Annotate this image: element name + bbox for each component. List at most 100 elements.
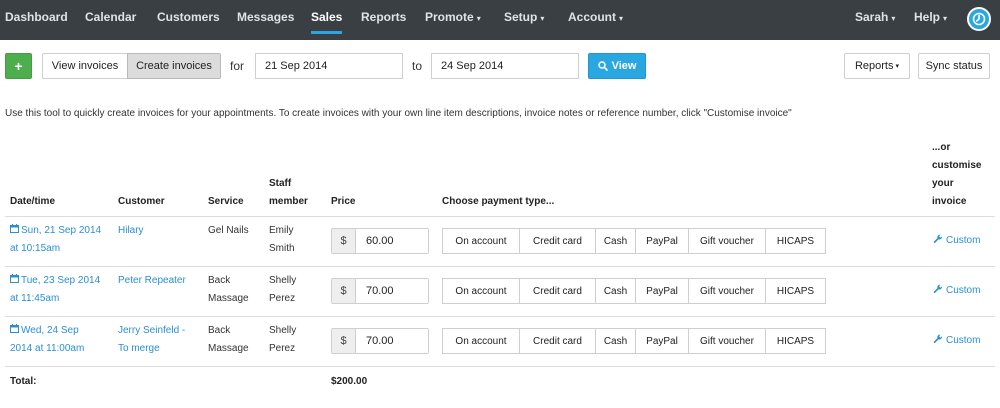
- header-customise-line3: your: [932, 178, 954, 189]
- payment-cash-button[interactable]: Cash: [595, 328, 635, 354]
- view-invoices-button[interactable]: View invoices: [42, 53, 128, 79]
- calendar-icon: [10, 274, 19, 286]
- price-value[interactable]: 60.00: [356, 229, 428, 253]
- customer-link-line1: Hilary: [118, 225, 144, 236]
- header-payment: Choose payment type...: [442, 196, 555, 207]
- nav-item-dashboard[interactable]: Dashboard: [5, 10, 68, 24]
- appointment-datetime-link-line1: Wed, 24 Sep: [21, 325, 79, 336]
- custom-label: Custom: [946, 235, 981, 246]
- customer-link[interactable]: Jerry Seinfeld - To merge: [118, 322, 185, 358]
- payment-type-group: On account Credit card Cash PayPal Gift vouc…: [442, 278, 826, 304]
- nav-item-promote[interactable]: Promote ▾: [425, 10, 481, 24]
- chevron-down-icon: ▾: [476, 14, 481, 23]
- staff-cell-line1: Shelly: [269, 325, 297, 336]
- reports-dropdown-button[interactable]: Reports ▾: [844, 53, 910, 79]
- from-date-input[interactable]: 21 Sep 2014: [255, 53, 403, 79]
- nav-item-messages[interactable]: Messages: [237, 10, 294, 24]
- service-cell: Back Massage: [208, 322, 249, 358]
- price-input[interactable]: $60.00: [331, 228, 429, 254]
- customer-link[interactable]: Hilary: [118, 222, 144, 240]
- payment-cash-button[interactable]: Cash: [595, 278, 635, 304]
- staff-cell-line2: Smith: [269, 243, 295, 254]
- payment-cash-button[interactable]: Cash: [595, 228, 635, 254]
- nav-item-reports[interactable]: Reports: [361, 10, 406, 24]
- chevron-down-icon: ▾: [619, 14, 624, 23]
- help-menu[interactable]: Help ▾: [914, 10, 947, 24]
- calendar-icon: [10, 324, 19, 336]
- customer-link[interactable]: Peter Repeater: [118, 272, 186, 290]
- customise-invoice-link[interactable]: Custom: [933, 234, 980, 247]
- staff-cell-line2: Perez: [269, 343, 296, 354]
- service-cell-line2: Massage: [208, 343, 249, 354]
- customise-invoice-link[interactable]: Custom: [933, 334, 980, 347]
- for-label: for: [230, 59, 245, 73]
- nav-item-label: Reports: [361, 10, 407, 24]
- price-value[interactable]: 70.00: [356, 279, 428, 303]
- service-cell-line2: Massage: [208, 293, 249, 304]
- payment-paypal-button[interactable]: PayPal: [635, 328, 688, 354]
- payment-on-account-button[interactable]: On account: [442, 328, 519, 354]
- customer-link-line1: Peter Repeater: [118, 275, 186, 286]
- create-invoices-button[interactable]: Create invoices: [127, 53, 221, 79]
- payment-gift-voucher-button[interactable]: Gift voucher: [688, 328, 765, 354]
- payment-gift-voucher-button[interactable]: Gift voucher: [688, 228, 765, 254]
- header-customise-line2: customise: [932, 160, 982, 171]
- chevron-down-icon: ▾: [891, 14, 896, 23]
- nav-item-sales[interactable]: Sales: [311, 10, 343, 34]
- chevron-down-icon: ▾: [540, 14, 545, 23]
- header-customise-line4: invoice: [932, 196, 967, 207]
- appointment-datetime-link-line2: at 10:15am: [10, 243, 61, 254]
- appointment-datetime-link-line2: 2014 at 11:00am: [10, 343, 85, 354]
- chevron-down-icon: ▾: [943, 14, 948, 23]
- payment-on-account-button[interactable]: On account: [442, 278, 519, 304]
- appointment-datetime-link[interactable]: Tue, 23 Sep 2014 at 11:45am: [10, 272, 100, 308]
- payment-hicaps-button[interactable]: HICAPS: [765, 228, 826, 254]
- to-date-input[interactable]: 24 Sep 2014: [431, 53, 579, 79]
- price-input[interactable]: $70.00: [331, 278, 429, 304]
- customer-link-line2: To merge: [118, 343, 160, 354]
- price-input[interactable]: $70.00: [331, 328, 429, 354]
- currency-addon: $: [332, 229, 356, 253]
- total-value: $200.00: [331, 376, 368, 387]
- payment-on-account-button[interactable]: On account: [442, 228, 519, 254]
- payment-gift-voucher-button[interactable]: Gift voucher: [688, 278, 765, 304]
- nav-item-setup[interactable]: Setup ▾: [504, 10, 544, 24]
- nav-item-label: Setup: [504, 10, 538, 24]
- appointment-datetime-link[interactable]: Wed, 24 Sep 2014 at 11:00am: [10, 322, 84, 358]
- payment-type-group: On account Credit card Cash PayPal Gift vouc…: [442, 328, 826, 354]
- service-cell-line1: Back: [208, 275, 231, 286]
- wrench-icon: [933, 234, 943, 247]
- table-divider: [5, 266, 995, 267]
- search-icon: [597, 61, 608, 71]
- payment-hicaps-button[interactable]: HICAPS: [765, 278, 826, 304]
- payment-hicaps-button[interactable]: HICAPS: [765, 328, 826, 354]
- payment-credit-card-button[interactable]: Credit card: [519, 228, 595, 254]
- header-customise: ...or customise your invoice: [932, 139, 981, 211]
- payment-credit-card-button[interactable]: Credit card: [519, 278, 595, 304]
- nav-item-customers[interactable]: Customers: [157, 10, 220, 24]
- payment-credit-card-button[interactable]: Credit card: [519, 328, 595, 354]
- user-menu[interactable]: Sarah ▾: [855, 10, 895, 24]
- price-value[interactable]: 70.00: [356, 329, 428, 353]
- payment-paypal-button[interactable]: PayPal: [635, 228, 688, 254]
- payment-paypal-button[interactable]: PayPal: [635, 278, 688, 304]
- appointment-datetime-link-line1: Tue, 23 Sep 2014: [21, 275, 101, 286]
- nav-item-calendar[interactable]: Calendar: [85, 10, 136, 24]
- service-cell-line1: Back: [208, 325, 231, 336]
- nav-item-label: Calendar: [85, 10, 137, 24]
- staff-cell: Emily Smith: [269, 222, 295, 258]
- sync-status-button[interactable]: Sync status: [918, 53, 990, 79]
- add-button[interactable]: +: [5, 53, 32, 79]
- appointment-datetime-link-line2: at 11:45am: [10, 293, 60, 304]
- custom-label: Custom: [946, 285, 981, 296]
- nav-item-label: Sales: [311, 10, 343, 24]
- service-cell: Gel Nails: [208, 222, 249, 240]
- view-button[interactable]: View: [588, 53, 646, 79]
- customise-invoice-link[interactable]: Custom: [933, 284, 980, 297]
- app-logo-icon[interactable]: [967, 7, 991, 31]
- wrench-icon: [933, 334, 943, 347]
- staff-cell-line1: Shelly: [269, 275, 297, 286]
- nav-item-account[interactable]: Account ▾: [568, 10, 623, 24]
- reports-label: Reports: [854, 60, 894, 72]
- appointment-datetime-link[interactable]: Sun, 21 Sep 2014 at 10:15am: [10, 222, 101, 258]
